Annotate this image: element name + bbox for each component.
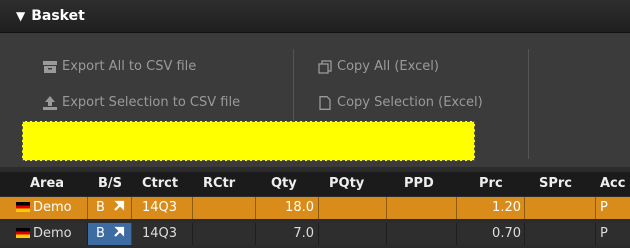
archive-box-icon: [42, 60, 58, 74]
highlight-region: [22, 121, 475, 161]
ctrct-cell: 14Q3: [132, 223, 193, 245]
rctr-cell: [193, 223, 256, 245]
copy-selection-label: Copy Selection (Excel): [337, 95, 483, 110]
copy-all-excel-button[interactable]: Copy All (Excel): [317, 59, 439, 74]
col-header-qty[interactable]: Qty: [271, 176, 297, 191]
qty-cell: 18.0: [256, 197, 319, 219]
export-selection-csv-button[interactable]: Export Selection to CSV file: [42, 95, 240, 110]
bs-value: B: [96, 226, 105, 241]
rctr-cell: [193, 197, 256, 219]
toolbar-separator: [528, 49, 529, 159]
upload-arrow-icon: [42, 95, 58, 110]
bs-cell: B: [88, 197, 132, 219]
export-all-label: Export All to CSV file: [62, 59, 197, 74]
ppd-cell: [387, 197, 457, 219]
copy-all-label: Copy All (Excel): [337, 59, 439, 74]
sprc-cell: [525, 223, 596, 245]
col-header-sprc[interactable]: SPrc: [539, 176, 572, 191]
prc-cell: 0.70: [457, 223, 525, 245]
grid-header: Area B/S Ctrct RCtr Qty PQty PPD Prc SPr…: [0, 172, 630, 196]
sprc-cell: [525, 197, 596, 219]
qty-cell: 7.0: [256, 223, 319, 245]
pqty-cell: [319, 223, 387, 245]
acc-cell: P: [600, 200, 608, 215]
arrow-up-right-icon: [114, 226, 125, 237]
area-value: Demo: [33, 200, 72, 215]
document-icon: [317, 95, 333, 110]
area-value: Demo: [33, 226, 72, 241]
bs-value: B: [96, 200, 105, 215]
arrow-up-right-icon: [114, 200, 125, 211]
area-cell: Demo: [0, 197, 88, 219]
col-header-ctrct[interactable]: Ctrct: [142, 176, 178, 191]
basket-panel-header[interactable]: ▼ Basket: [0, 0, 630, 33]
col-header-bs[interactable]: B/S: [98, 176, 122, 191]
german-flag-icon: [16, 228, 30, 238]
col-header-pqty[interactable]: PQty: [329, 176, 364, 191]
table-row[interactable]: Demo B 14Q3 18.0 1.20 P: [0, 197, 630, 219]
pqty-cell: [319, 197, 387, 219]
ctrct-cell: 14Q3: [132, 197, 193, 219]
col-header-ppd[interactable]: PPD: [404, 176, 434, 191]
bs-cell: B: [88, 223, 132, 245]
export-selection-label: Export Selection to CSV file: [62, 95, 241, 110]
copy-documents-icon: [317, 59, 333, 74]
german-flag-icon: [16, 202, 30, 212]
export-all-csv-button[interactable]: Export All to CSV file: [42, 59, 196, 74]
col-header-prc[interactable]: Prc: [479, 176, 503, 191]
area-cell: Demo: [0, 223, 88, 245]
col-header-area[interactable]: Area: [30, 176, 64, 191]
copy-selection-excel-button[interactable]: Copy Selection (Excel): [317, 95, 483, 110]
col-header-rctr[interactable]: RCtr: [203, 176, 235, 191]
col-header-acc[interactable]: Acc: [600, 176, 625, 191]
prc-cell: 1.20: [457, 197, 525, 219]
panel-title: Basket: [31, 8, 85, 24]
collapse-triangle-icon[interactable]: ▼: [16, 9, 25, 23]
ppd-cell: [387, 223, 457, 245]
table-row[interactable]: Demo B 14Q3 7.0 0.70 P: [0, 223, 630, 245]
acc-cell: P: [600, 226, 608, 241]
